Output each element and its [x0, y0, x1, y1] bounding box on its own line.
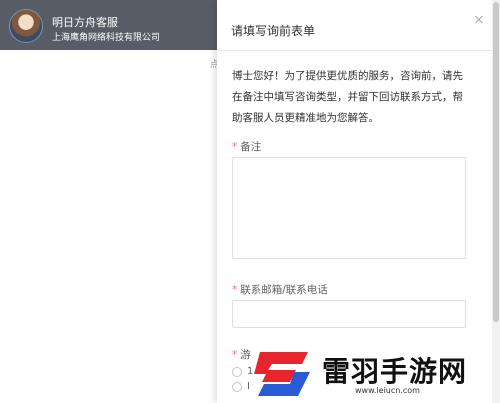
close-icon[interactable]: × [473, 12, 485, 28]
remark-label: * 备注 [232, 139, 261, 154]
contact-label-text: 联系邮箱/联系电话 [240, 284, 328, 296]
partial-label: * 游 [232, 347, 251, 362]
company-name: 上海鹰角网络科技有限公司 [52, 33, 161, 43]
required-mark: * [232, 284, 238, 296]
watermark-url: www.leiucn.com [355, 386, 420, 395]
service-name: 明日方舟客服 [52, 16, 118, 29]
chat-area [0, 50, 217, 403]
required-mark: * [232, 349, 238, 361]
avatar [9, 9, 43, 43]
watermark-title: 雷羽手游网 [322, 355, 468, 388]
scrollbar-thumb[interactable] [493, 2, 499, 322]
remark-textarea[interactable] [232, 157, 466, 259]
divider [217, 50, 492, 51]
watermark-logo-icon [254, 352, 310, 396]
radio-option-2[interactable] [232, 382, 242, 392]
required-mark: * [232, 141, 238, 153]
pre-chat-form-panel: 请填写询前表单 × 博士您好！为了提供更优质的服务，咨询前，请先在备注中填写咨询… [217, 0, 492, 403]
contact-label: * 联系邮箱/联系电话 [232, 282, 328, 297]
remark-label-text: 备注 [240, 141, 262, 153]
chat-header: 明日方舟客服 上海鹰角网络科技有限公司 [0, 0, 217, 50]
form-intro: 博士您好！为了提供更优质的服务，咨询前，请先在备注中填写咨询类型，并留下回访联系… [232, 70, 463, 124]
radio-option-1[interactable] [232, 367, 242, 377]
form-title: 请填写询前表单 [231, 24, 316, 38]
contact-input[interactable] [232, 300, 466, 328]
